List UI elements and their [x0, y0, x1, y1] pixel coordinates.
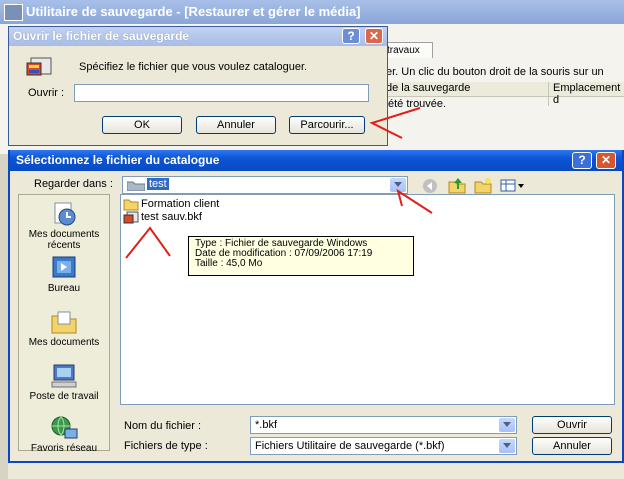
annotation-arrow-file: [125, 226, 171, 259]
annotation-arrow-browse: [369, 107, 421, 139]
annotation-overlay: [125, 107, 433, 259]
annotation-arrow-combo: [396, 188, 433, 214]
